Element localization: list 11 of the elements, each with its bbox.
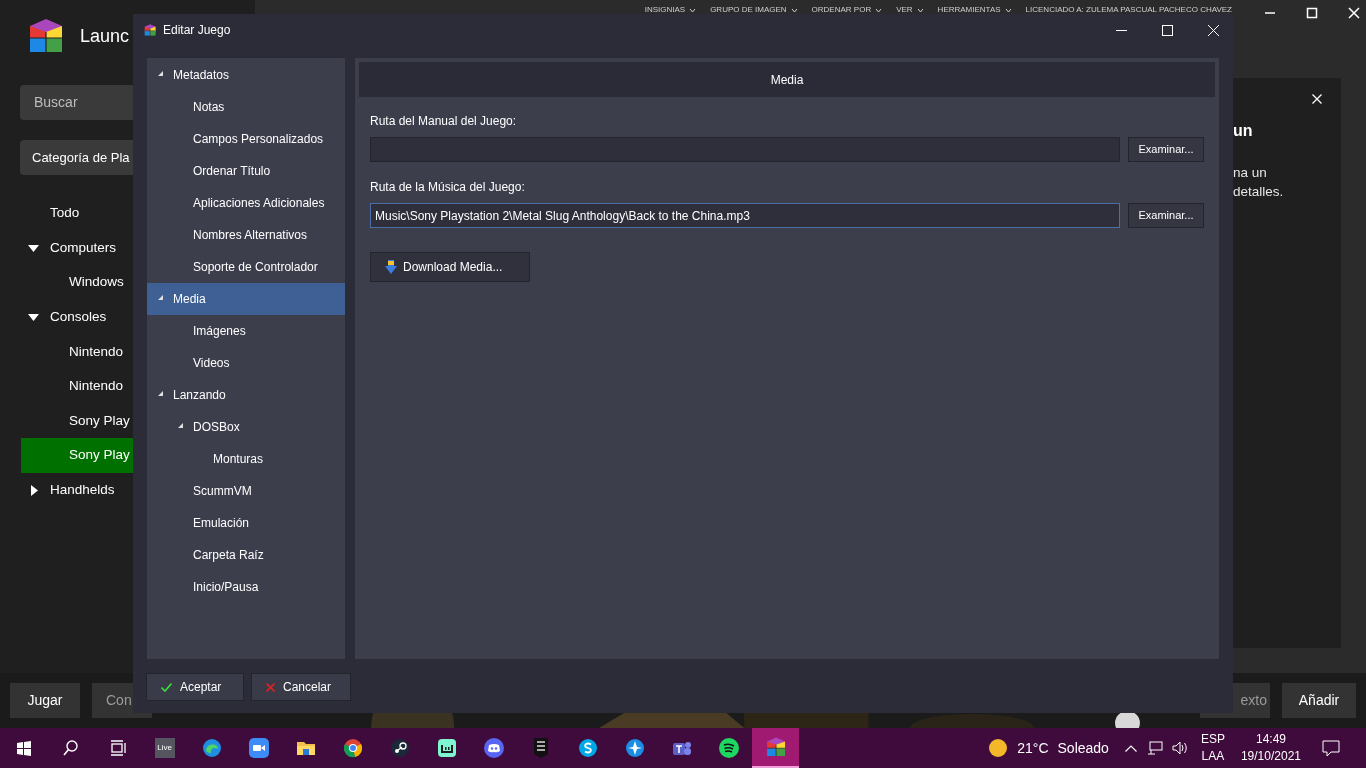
window-title: Editar Juego [163,22,231,39]
section-header: Media [359,62,1215,97]
app-title: Launc [80,24,130,48]
field-label: Ruta del Manual del Juego: [370,114,518,129]
weather-text: Soleado [1057,738,1109,758]
field-label: Ruta de la Música del Juego: [370,180,526,195]
panel-text: detalles. [1233,183,1285,201]
temperature-text: 21°C [1017,738,1049,758]
panel-text: na un [1233,164,1268,182]
license-text: LICENCIADO A: ZULEMA PASCUAL PACHECO CHAVEZ [1025,4,1232,16]
panel-title: un [1233,121,1254,141]
